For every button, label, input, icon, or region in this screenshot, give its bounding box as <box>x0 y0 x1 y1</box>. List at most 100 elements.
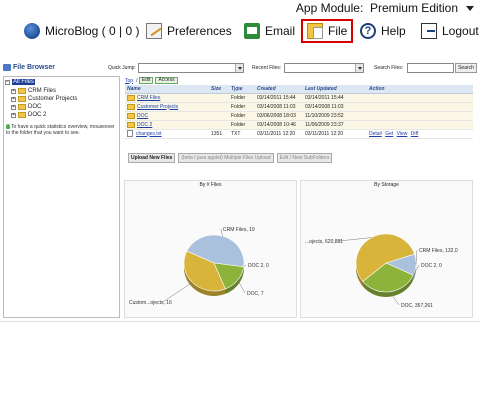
microblog-icon <box>24 23 40 39</box>
cell-updated: 03/14/2011 15:44 <box>303 93 367 103</box>
cell-name[interactable]: CRM Files <box>125 93 209 103</box>
access-button[interactable]: Access <box>155 77 178 84</box>
table-row: CRM Files Folder 03/14/2011 15:44 03/14/… <box>125 93 473 103</box>
preferences-icon <box>146 23 162 39</box>
recent-files-select[interactable] <box>284 63 364 73</box>
tree-root[interactable]: − All Files <box>5 78 36 86</box>
get-link[interactable]: Get <box>385 131 393 137</box>
cell-name[interactable]: DOC <box>125 111 209 121</box>
cell-updated: 03/11/2011 12:20 <box>303 129 367 139</box>
cell-action: Detail Get View Diff <box>367 129 473 139</box>
nav-logout[interactable]: Logout <box>421 20 479 42</box>
cell-type: Folder <box>229 102 255 112</box>
chevron-down-icon[interactable] <box>466 6 474 11</box>
tree-item-crm-files[interactable]: + CRM Files <box>11 87 56 95</box>
expand-icon[interactable]: + <box>11 96 16 102</box>
expand-icon[interactable]: + <box>11 104 16 110</box>
folder-icon <box>18 112 26 118</box>
quick-jump-select[interactable] <box>138 63 244 73</box>
app-module-bar: App Module: Premium Edition <box>0 0 480 16</box>
search-button[interactable]: Search <box>455 63 477 73</box>
cell-size <box>209 102 229 112</box>
cell-name[interactable]: Customer Projects <box>125 102 209 112</box>
pie-label: CRM Files, 132,0 <box>419 248 458 254</box>
tree-item-doc[interactable]: + DOC <box>11 103 41 111</box>
cell-action <box>367 120 473 130</box>
cell-created: 03/14/2008 10:46 <box>255 120 303 130</box>
file-name[interactable]: DOC 2 <box>137 122 152 128</box>
cell-size <box>209 111 229 121</box>
file-name[interactable]: CRM Files <box>137 95 160 101</box>
pie-chart-files: CRM Files, 19 DOC 2, 0 DOC, 7 Custom...ojec… <box>129 227 269 306</box>
diff-link[interactable]: Diff <box>411 131 418 137</box>
edit-button[interactable]: Edit <box>138 77 154 84</box>
col-size[interactable]: Size <box>209 85 229 94</box>
col-type[interactable]: Type <box>229 85 255 94</box>
cell-name[interactable]: DOC 2 <box>125 120 209 130</box>
chevron-down-icon <box>355 64 363 72</box>
divider <box>0 321 480 322</box>
tree-root-label: All Files <box>12 79 36 85</box>
pie-label: ...ojects, 620,881 <box>305 239 343 245</box>
app-module-selector[interactable]: App Module: Premium Edition <box>296 1 458 15</box>
help-icon: ? <box>360 23 376 39</box>
nav-file[interactable]: File <box>301 19 354 43</box>
tree-hint-text: To have a quick statistics overview, mou… <box>6 124 115 136</box>
pie-leader-line <box>415 249 418 265</box>
file-name[interactable]: changes.txt <box>136 131 162 137</box>
col-last-updated[interactable]: Last Updated <box>303 85 367 94</box>
cell-action <box>367 93 473 103</box>
folder-icon <box>127 103 135 110</box>
file-name[interactable]: Customer Projects <box>137 104 178 110</box>
detail-link[interactable]: Detail <box>369 131 382 137</box>
multiple-upload-button[interactable]: (beta / java applet) Multiple Files Uplo… <box>178 153 274 163</box>
pie-label: DOC, 357,261 <box>401 303 433 309</box>
tree-item-doc-2[interactable]: + DOC 2 <box>11 111 46 119</box>
view-link[interactable]: View <box>397 131 408 137</box>
collapse-icon[interactable]: − <box>5 79 10 85</box>
cell-size: 1351 <box>209 129 229 139</box>
pie-chart-storage: CRM Files, 132,0 DOC 2, 0 DOC, 357,261 ...o… <box>305 233 458 309</box>
expand-icon[interactable]: + <box>11 88 16 94</box>
nav-microblog[interactable]: MicroBlog ( 0 | 0 ) <box>24 20 139 42</box>
cell-action <box>367 102 473 112</box>
nav-preferences[interactable]: Preferences <box>146 20 232 42</box>
lightbulb-icon <box>6 124 10 129</box>
cell-updated: 11/10/2009 23:52 <box>303 111 367 121</box>
breadcrumb-top-link[interactable]: Top <box>125 78 133 84</box>
cell-type: TXT <box>229 129 255 139</box>
file-name[interactable]: DOC <box>137 113 148 119</box>
recent-files-label: Recent Files: <box>252 65 282 71</box>
upload-new-files-button[interactable]: Upload New Files <box>128 153 176 163</box>
nav-help[interactable]: ? Help <box>360 20 406 42</box>
search-input[interactable] <box>407 63 454 73</box>
col-created[interactable]: Created <box>255 85 303 94</box>
cell-created: 03/11/2011 12:20 <box>255 129 303 139</box>
pie-label: Custom...ojects, 16 <box>129 300 172 306</box>
app-module-label: App Module: <box>295 1 364 15</box>
chart-by-storage: By Storage CRM Files, 132,0 DOC 2, 0 DOC, … <box>300 180 473 318</box>
cell-size <box>209 93 229 103</box>
cell-updated: 03/14/2008 11:03 <box>303 102 367 112</box>
cell-size <box>209 120 229 130</box>
quick-jump-label: Quick Jump: <box>108 65 136 71</box>
folder-icon <box>127 121 135 128</box>
file-icon <box>307 23 323 39</box>
cell-type: Folder <box>229 93 255 103</box>
edit-subfolders-button[interactable]: Edit / New SubFolders <box>276 153 333 163</box>
tree-item-customer-projects[interactable]: + Customer Projects <box>11 95 77 103</box>
cell-action <box>367 111 473 121</box>
folder-icon <box>18 96 26 102</box>
cell-name[interactable]: changes.txt <box>125 129 209 139</box>
folder-icon <box>127 94 135 101</box>
chevron-down-icon <box>235 64 243 72</box>
main-nav: MicroBlog ( 0 | 0 ) Preferences Email Fi… <box>0 18 480 44</box>
col-name[interactable]: Name <box>125 85 209 94</box>
tree-item-label: DOC <box>28 104 42 110</box>
nav-file-label: File <box>328 24 348 38</box>
access-button-label: Access <box>158 77 175 83</box>
nav-email[interactable]: Email <box>244 20 295 42</box>
nav-help-label: Help <box>381 24 406 38</box>
expand-icon[interactable]: + <box>11 112 16 118</box>
folder-actions: Upload New Files (beta / java applet) Mu… <box>128 153 335 163</box>
